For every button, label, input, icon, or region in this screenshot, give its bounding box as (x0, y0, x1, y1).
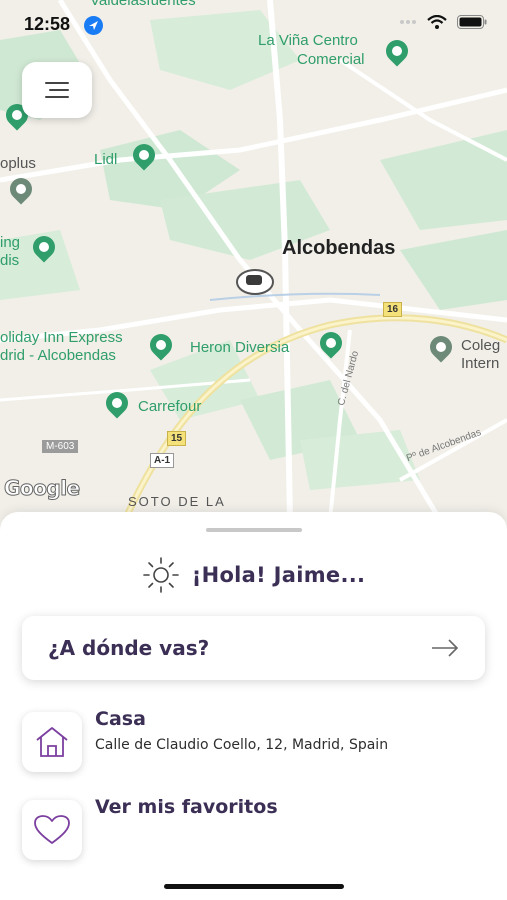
map-label-holiday-2[interactable]: drid - Alcobendas (0, 347, 116, 364)
map-district-label: SOTO DE LA (128, 494, 226, 509)
home-tile (22, 712, 82, 772)
arrow-right-icon (432, 639, 459, 657)
home-shortcut[interactable]: Casa Calle de Claudio Coello, 12, Madrid… (22, 708, 492, 778)
location-arrow-icon (84, 16, 103, 35)
map-label-lidl[interactable]: Lidl (94, 151, 117, 168)
menu-line-icon (45, 96, 69, 98)
map-label-colegio-1: Coleg (461, 337, 501, 354)
road-shield-16: 16 (383, 302, 403, 317)
menu-line-icon (45, 82, 69, 84)
favorites-shortcut[interactable]: Ver mis favoritos (22, 796, 492, 866)
greeting-text: ¡Hola! Jaime... (191, 563, 366, 587)
map-label-la-vina-2[interactable]: Comercial (297, 51, 365, 68)
signal-dots-icon (400, 20, 416, 24)
status-bar: 12:58 (0, 0, 507, 50)
destination-search-button[interactable]: ¿A dónde vas? (22, 616, 485, 680)
road-shield-a1: A-1 (150, 453, 175, 468)
house-icon (36, 727, 68, 757)
favorites-label: Ver mis favoritos (95, 796, 278, 818)
bottom-sheet: ¡Hola! Jaime... ¿A dónde vas? Casa Calle… (0, 512, 507, 900)
menu-line-icon (49, 89, 69, 91)
home-indicator (164, 884, 344, 889)
road-tag-m603: M-603 (42, 440, 79, 453)
map-label-carrefour[interactable]: Carrefour (138, 398, 201, 415)
sheet-grabber[interactable] (206, 528, 302, 532)
road-shield-15: 15 (167, 431, 187, 446)
map-label-holiday-1[interactable]: oliday Inn Express (0, 329, 123, 346)
map-label-heron[interactable]: Heron Diversia (190, 339, 289, 356)
home-title: Casa (95, 708, 146, 730)
map-label-colegio-2: Intern (461, 355, 500, 372)
home-address: Calle de Claudio Coello, 12, Madrid, Spa… (95, 737, 389, 753)
car-marker-icon (236, 269, 274, 295)
google-attribution: Google (4, 476, 81, 501)
destination-search-label: ¿A dónde vas? (48, 636, 210, 660)
menu-button[interactable] (22, 62, 92, 118)
map-label-ing-1: ing (0, 234, 21, 251)
favorites-tile (22, 800, 82, 860)
status-time: 12:58 (24, 14, 71, 34)
greeting: ¡Hola! Jaime... (0, 556, 507, 594)
map-label-oplus: oplus (0, 155, 36, 172)
wifi-icon (427, 15, 447, 29)
sun-icon (142, 557, 179, 593)
battery-icon (457, 15, 487, 29)
map-city-label: Alcobendas (282, 237, 396, 259)
map-label-ing-2: dis (0, 252, 20, 269)
heart-icon (34, 815, 70, 844)
